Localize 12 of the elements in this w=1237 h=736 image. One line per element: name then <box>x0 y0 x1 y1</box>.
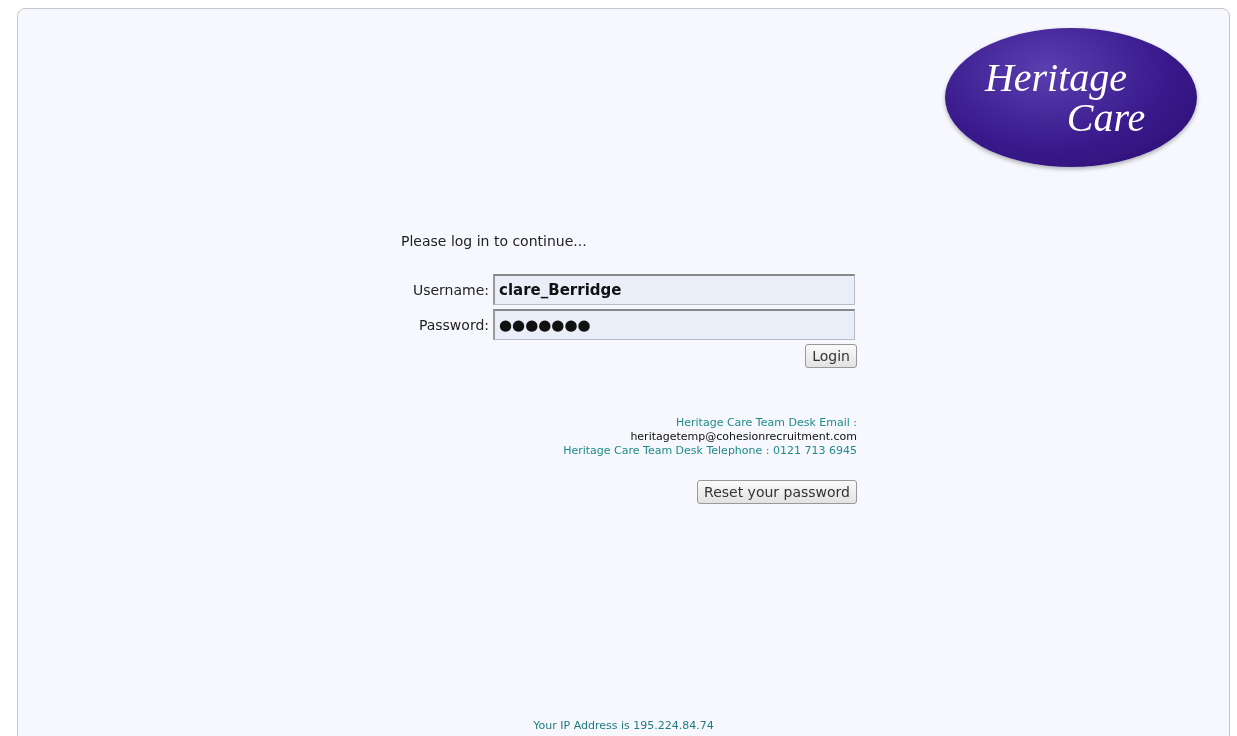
login-prompt: Please log in to continue... <box>401 233 588 249</box>
login-button[interactable]: Login <box>805 344 857 368</box>
reset-password-button[interactable]: Reset your password <box>697 480 857 504</box>
username-field[interactable]: clare_Berridge <box>493 274 855 305</box>
logo: Heritage Care <box>945 28 1197 167</box>
field-label: Password: <box>417 316 490 333</box>
email-address: heritagetemp@cohesionrecruitment.com <box>630 430 857 444</box>
ip-address-text: Your IP Address is 195.224.84.74 <box>533 719 714 732</box>
email-label: Heritage Care Team Desk Email : <box>676 416 857 430</box>
field-label: Username: <box>411 281 490 298</box>
phone-text: Heritage Care Team Desk Telephone : 0121 713 6945 <box>563 444 857 458</box>
password-field[interactable]: ●●●●●●● <box>493 309 855 340</box>
